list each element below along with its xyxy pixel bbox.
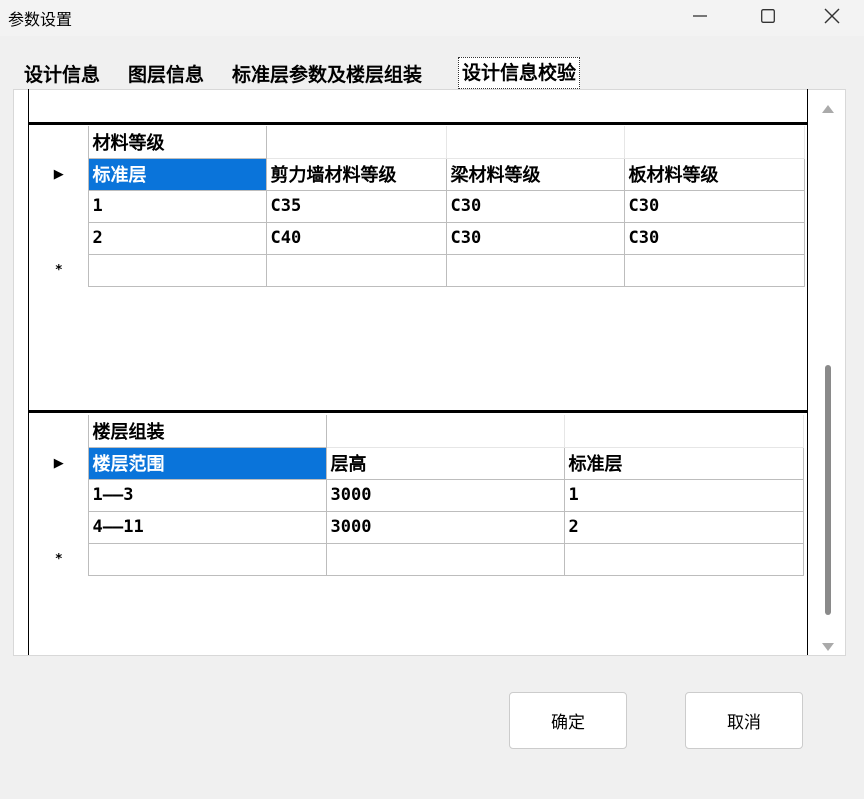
ok-button[interactable]: 确定 [509,692,627,749]
cell[interactable] [325,542,565,576]
floor-assembly-grid: 楼层组装 ▶ 楼层范围 层高 标准层 1——3 3000 1 4——11 300… [30,415,804,576]
caption-filler [563,415,804,448]
cell[interactable] [563,542,804,576]
tab-design-info[interactable]: 设计信息 [20,59,104,91]
column-header-wall-material[interactable]: 剪力墙材料等级 [265,157,447,191]
maximize-button[interactable] [736,0,800,32]
new-row-indicator[interactable]: * [30,543,89,575]
caption-filler [325,415,565,448]
cell[interactable]: 1——3 [87,478,327,512]
column-header-slab-material[interactable]: 板材料等级 [623,157,805,191]
tab-standard-floor-params[interactable]: 标准层参数及楼层组装 [228,59,426,91]
vertical-scrollbar[interactable] [818,95,838,657]
scroll-down-icon[interactable] [822,643,834,651]
row-header[interactable] [30,190,89,222]
cell[interactable]: C30 [623,189,805,223]
column-header-floor-height[interactable]: 层高 [325,446,565,480]
column-header-beam-material[interactable]: 梁材料等级 [445,157,625,191]
window-title: 参数设置 [8,10,73,29]
section-divider [28,122,808,125]
scrollbar-thumb[interactable] [825,365,831,615]
row-header[interactable] [30,511,89,543]
table-row[interactable]: 1 C35 C30 C30 [30,189,805,223]
column-header-standard-floor[interactable]: 标准层 [563,446,804,480]
caption-filler [265,126,447,159]
minimize-button[interactable] [668,0,732,32]
cell[interactable]: 2 [87,221,267,255]
cell[interactable]: C40 [265,221,447,255]
cell[interactable] [445,253,625,287]
cell[interactable]: C30 [623,221,805,255]
cell[interactable]: 2 [563,510,804,544]
column-header-standard-floor[interactable]: 标准层 [87,157,267,191]
caption-filler [445,126,625,159]
grid-caption: 楼层组装 [87,415,327,448]
scroll-up-icon[interactable] [822,105,834,113]
close-button[interactable] [800,0,864,32]
minimize-icon [693,15,707,17]
cell[interactable] [87,253,267,287]
table-row[interactable]: 4——11 3000 2 [30,510,804,544]
current-row-indicator[interactable]: ▶ [30,447,89,479]
cell[interactable]: 4——11 [87,510,327,544]
row-header[interactable] [30,479,89,511]
cell[interactable]: C30 [445,221,625,255]
tab-layer-info[interactable]: 图层信息 [124,59,208,91]
table-row[interactable]: 2 C40 C30 C30 [30,221,805,255]
grid-caption: 材料等级 [87,126,267,159]
cell[interactable] [87,542,327,576]
table-row[interactable]: 1——3 3000 1 [30,478,804,512]
cell[interactable]: 3000 [325,510,565,544]
current-row-indicator[interactable]: ▶ [30,158,89,190]
row-header-blank [30,126,89,158]
tab-design-info-check[interactable]: 设计信息校验 [458,57,581,89]
column-header-floor-range[interactable]: 楼层范围 [87,446,327,480]
cancel-button[interactable]: 取消 [685,692,803,749]
new-row-indicator[interactable]: * [30,254,89,286]
close-icon [824,8,840,24]
cell[interactable]: 1 [563,478,804,512]
row-header-blank [30,415,89,447]
cell[interactable]: C30 [445,189,625,223]
new-row[interactable]: * [30,253,805,287]
section-divider [28,410,808,413]
cell[interactable]: 3000 [325,478,565,512]
row-header[interactable] [30,222,89,254]
cell[interactable] [623,253,805,287]
material-grade-grid: 材料等级 ▶ 标准层 剪力墙材料等级 梁材料等级 板材料等级 1 C35 C30… [30,126,805,287]
maximize-icon [761,9,775,23]
caption-filler [623,126,805,159]
cell[interactable] [265,253,447,287]
cell[interactable]: 1 [87,189,267,223]
new-row[interactable]: * [30,542,804,576]
cell[interactable]: C35 [265,189,447,223]
title-bar: 参数设置 [0,0,864,36]
